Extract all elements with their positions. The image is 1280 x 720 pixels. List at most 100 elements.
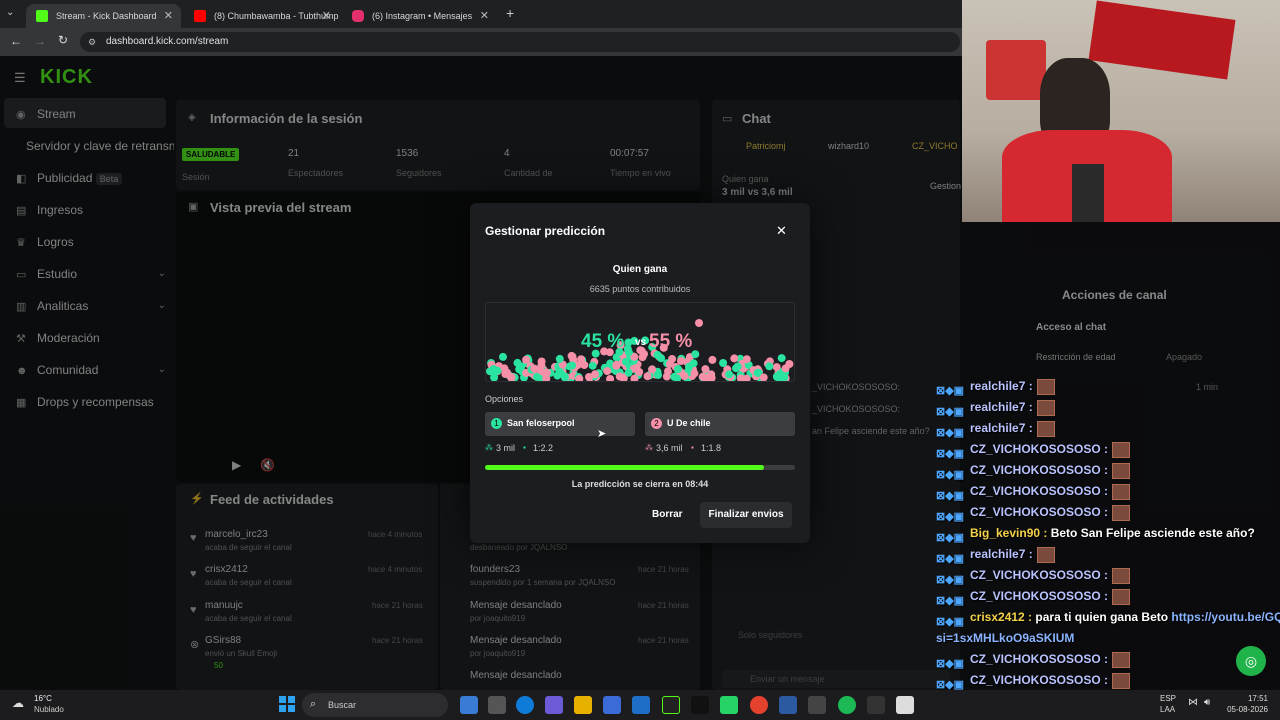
floating-action-icon[interactable]: ◎ [1236, 646, 1266, 676]
feed-user[interactable]: GSirs88 [205, 635, 241, 646]
weather-desc: Nublado [34, 705, 64, 714]
chat-username: CZ_VICHOKOSOSOSO : [970, 589, 1109, 603]
taskbar-search[interactable]: ⌕ Buscar [302, 693, 448, 717]
keyboard-layout-label[interactable]: LAA [1160, 705, 1175, 714]
edge-icon[interactable] [516, 696, 534, 714]
chat-username: CZ_VICHOKOSOSOSO : [970, 673, 1109, 687]
outlook-icon[interactable] [632, 696, 650, 714]
option-1-button[interactable]: 1 San feloserpool [485, 412, 635, 436]
sidebar-item-server-key[interactable]: Servidor y clave de retransn [26, 135, 174, 157]
tiktok-icon[interactable] [691, 696, 709, 714]
stream-preview-title: Vista previa del stream [210, 200, 352, 215]
option-2-button[interactable]: 2 U De chile [645, 412, 795, 436]
volume-icon[interactable]: 🔊︎ [1204, 697, 1210, 708]
reload-icon[interactable]: ↻ [58, 33, 68, 47]
chat-link[interactable]: si=1sxMHLkoO9aSKIUM [936, 631, 1074, 645]
broadcast-icon: ◉ [16, 109, 26, 121]
new-tab-icon[interactable]: + [506, 5, 514, 21]
chat-icon: ▭ [722, 113, 733, 125]
sidebar-item-logros[interactable]: ♛ Logros [16, 231, 166, 253]
app-icon[interactable] [808, 696, 826, 714]
tab-instagram[interactable]: (6) Instagram • Mensajes ✕ [342, 4, 497, 28]
sidebar-item-publicidad[interactable]: ◧ Publicidad Beta [16, 167, 166, 189]
tab-kick-dashboard[interactable]: Stream - Kick Dashboard ✕ [26, 4, 181, 28]
chat-message: _VICHOKOSOSOSO: [812, 382, 901, 392]
feed-user[interactable]: manuujc [205, 600, 243, 611]
sidebar-item-label: Comunidad [37, 363, 99, 377]
close-tab-icon[interactable]: ✕ [480, 4, 489, 28]
spotify-icon[interactable] [838, 696, 856, 714]
close-icon[interactable]: ✕ [776, 223, 787, 239]
close-tab-icon[interactable]: ✕ [164, 4, 173, 28]
feed-sub: por joaquito919 [470, 649, 526, 658]
feed-user[interactable]: crisx2412 [205, 564, 248, 575]
activity-feed-title: Feed de actividades [210, 492, 334, 507]
delete-button[interactable]: Borrar [652, 509, 683, 520]
app-icon[interactable] [867, 696, 885, 714]
session-label: Sesión [182, 172, 210, 182]
user-badges-icon: ⊠◆▣ [936, 489, 965, 502]
url-input[interactable]: ⚙ dashboard.kick.com/stream [80, 32, 960, 52]
prediction-ball [742, 355, 751, 364]
tab-label: (8) Chumbawamba - Tubthump [214, 11, 339, 21]
user-badges-icon: ⊠◆▣ [936, 657, 965, 670]
kick-logo[interactable]: KICK [40, 66, 93, 89]
site-info-icon[interactable]: ⚙ [88, 32, 96, 52]
wifi-icon[interactable]: ⋈ [1188, 697, 1198, 708]
prediction-ball [707, 374, 716, 381]
sidebar-item-drops[interactable]: ▦ Drops y recompensas [16, 391, 166, 413]
windows-start-icon[interactable] [279, 696, 295, 712]
copilot-icon[interactable] [545, 696, 563, 714]
user-badges-icon: ⊠◆▣ [936, 615, 965, 628]
feed-item: Mensaje desanclado [470, 670, 562, 681]
file-explorer-icon[interactable] [574, 696, 592, 714]
prediction-ball [733, 362, 742, 371]
sidebar-item-comunidad[interactable]: ☻ Comunidad ⌄ [16, 359, 166, 381]
chrome-icon[interactable] [750, 696, 768, 714]
chat-access-title: Acceso al chat [1036, 322, 1107, 333]
clock-time[interactable]: 17:51 [1226, 694, 1268, 703]
clock-date[interactable]: 05-08-2026 [1216, 705, 1268, 714]
whatsapp-icon[interactable] [720, 696, 738, 714]
language-label[interactable]: ESP [1160, 694, 1176, 703]
feed-user[interactable]: marcelo_irc23 [205, 529, 268, 540]
prediction-ball [553, 371, 562, 380]
forward-icon[interactable]: → [34, 34, 46, 48]
prediction-ball [560, 372, 569, 381]
live-time-value: 00:07:57 [610, 148, 649, 159]
option-1-points: 3 mil [496, 443, 516, 453]
age-restriction-value[interactable]: Apagado [1166, 352, 1202, 362]
studio-icon: ▭ [16, 269, 27, 281]
prediction-ball [624, 368, 633, 377]
app-icon[interactable] [488, 696, 506, 714]
sidebar-item-estudio[interactable]: ▭ Estudio ⌄ [16, 263, 166, 285]
menu-icon[interactable]: ☰ [14, 70, 26, 86]
kick-favicon-icon [36, 10, 48, 22]
chat-input[interactable]: Enviar un mensaje [722, 670, 950, 688]
back-icon[interactable]: ← [10, 34, 22, 48]
chat-username: CZ_VICHOKOSOSOSO : [970, 484, 1109, 498]
app-icon[interactable] [779, 696, 797, 714]
tab-youtube[interactable]: (8) Chumbawamba - Tubthump ✕ [184, 4, 339, 28]
sidebar-item-analiticas[interactable]: ▥ Analiticas ⌄ [16, 295, 166, 317]
mute-icon[interactable]: 🔇 [260, 458, 275, 472]
sidebar-item-stream[interactable]: ◉ Stream [16, 103, 166, 125]
close-tab-icon[interactable]: ✕ [322, 4, 331, 28]
sidebar-item-ingresos[interactable]: ▤ Ingresos [16, 199, 166, 221]
play-icon[interactable]: ▶ [232, 458, 241, 472]
obs-icon[interactable] [662, 696, 680, 714]
prediction-ball [701, 365, 710, 374]
chat-link[interactable]: https://youtu.be/GQ7CI [1168, 610, 1280, 624]
feed-user[interactable]: founders23 [470, 564, 520, 575]
tab-list-icon[interactable]: ⌄ [6, 7, 14, 18]
emote-icon [1112, 462, 1131, 479]
instagram-favicon-icon [352, 10, 364, 22]
store-icon[interactable] [603, 696, 621, 714]
prediction-ball [603, 367, 612, 376]
manage-prediction-button[interactable]: Gestion [930, 181, 961, 191]
sidebar-item-moderacion[interactable]: ⚒ Moderación [16, 327, 166, 349]
feed-sub: acaba de seguir el canal [205, 543, 292, 552]
finalize-button[interactable]: Finalizar envios [700, 502, 792, 528]
task-view-icon[interactable] [460, 696, 478, 714]
notepad-icon[interactable] [896, 696, 914, 714]
